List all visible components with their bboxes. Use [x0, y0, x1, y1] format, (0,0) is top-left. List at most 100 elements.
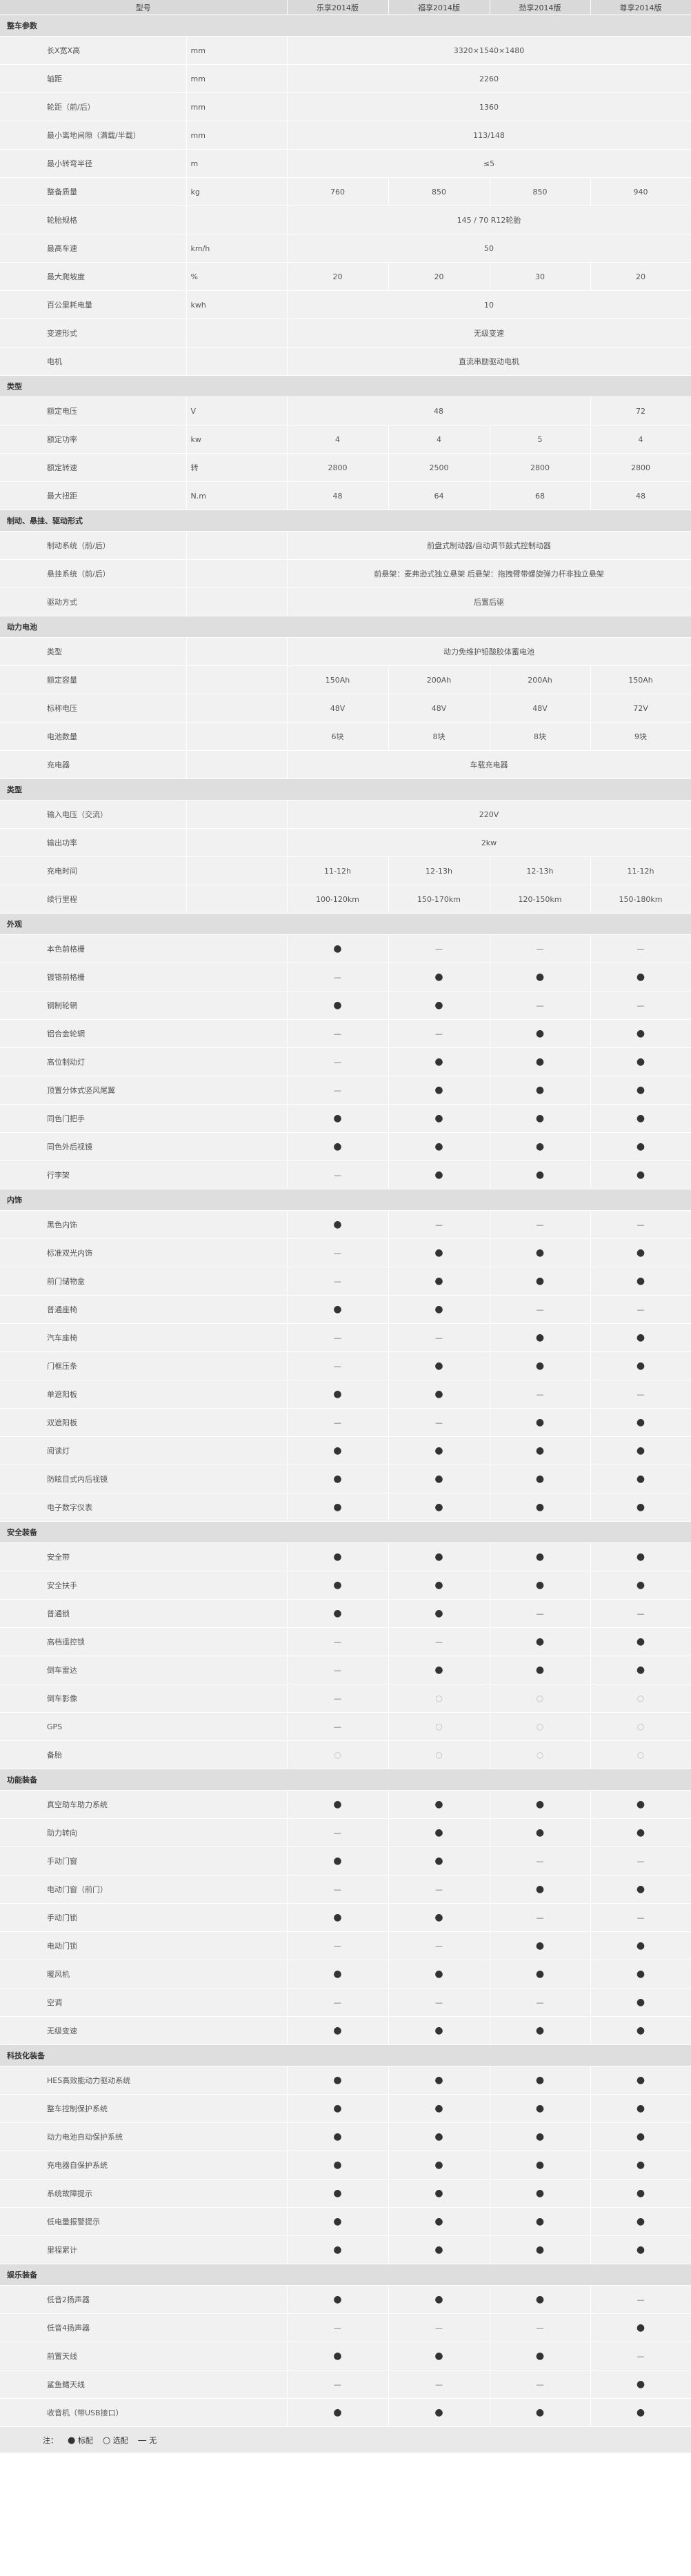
spec-name: 电子数字仪表 — [0, 1493, 288, 1522]
standard-mark-icon: ● — [535, 2216, 545, 2227]
table-row: 额定容量 150Ah 200Ah 200Ah 150Ah — [0, 665, 691, 694]
feature-mark: — — [490, 1599, 591, 1628]
feature-mark: — — [388, 1019, 490, 1048]
table-row: 电动门窗（前门） — — ● ● — [0, 1875, 691, 1904]
table-row: 铝合金轮辋 — — ● ● — [0, 1019, 691, 1048]
none-mark-icon: — — [334, 1418, 341, 1427]
spec-name: 鲨鱼鳍天线 — [0, 2370, 288, 2399]
feature-mark: ● — [490, 2398, 591, 2427]
table-row: 前门储物盒 — ● ● ● — [0, 1267, 691, 1296]
standard-mark-icon: ● — [535, 1445, 545, 1456]
standard-mark-icon: ● — [535, 1473, 545, 1485]
standard-mark-icon: ● — [333, 1000, 342, 1011]
standard-mark-icon: ● — [434, 1360, 443, 1371]
feature-mark: ● — [490, 1267, 591, 1296]
none-mark-icon: — — [435, 1637, 443, 1647]
feature-mark: ● — [388, 2016, 490, 2045]
none-mark-icon: — — [334, 1665, 341, 1675]
none-mark-icon: — — [334, 1941, 341, 1951]
table-row: 防眩目式内后视镜 ● ● ● ● — [0, 1465, 691, 1493]
standard-mark-icon: ● — [333, 2351, 342, 2362]
table-row: 最高车速 km/h 50 — [0, 234, 691, 263]
spec-unit — [186, 856, 288, 885]
table-row: 电池数量 6块 8块 8块 9块 — [0, 722, 691, 751]
standard-mark-icon: ● — [434, 2025, 443, 2036]
feature-mark: ● — [287, 991, 389, 1020]
feature-mark: ● — [590, 1493, 691, 1522]
standard-mark-icon: ● — [636, 1085, 645, 1096]
standard-mark-icon: ● — [434, 1502, 443, 1513]
section-title: 整车参数 — [0, 14, 691, 37]
none-mark-icon: — — [637, 1609, 645, 1618]
standard-mark-icon: ● — [535, 2188, 545, 2199]
standard-mark-icon: ● — [636, 1473, 645, 1485]
spec-name: 同色外后视镜 — [0, 1132, 288, 1161]
feature-mark: ● — [590, 2016, 691, 2045]
feature-mark: ● — [590, 2066, 691, 2095]
spec-name: 手动门锁 — [0, 1903, 288, 1932]
feature-mark: ● — [590, 2207, 691, 2236]
section-row: 制动、悬挂、驱动形式 — [0, 510, 691, 532]
spec-value: 64 — [388, 481, 490, 510]
feature-mark: — — [287, 1408, 389, 1437]
spec-name: 动力电池自动保护系统 — [0, 2122, 288, 2151]
spec-value: 72 — [590, 396, 691, 425]
feature-mark: ● — [490, 1790, 591, 1819]
optional-mark-icon: ○ — [637, 1693, 645, 1703]
table-row: 标称电压 48V 48V 48V 72V — [0, 694, 691, 723]
standard-mark-icon: ● — [333, 2103, 342, 2114]
feature-mark: — — [490, 1295, 591, 1324]
feature-mark: ● — [590, 2235, 691, 2264]
spec-unit — [186, 665, 288, 694]
spec-name: 行李架 — [0, 1160, 288, 1189]
standard-mark-icon: ● — [636, 2216, 645, 2227]
table-row: 汽车座椅 — — ● ● — [0, 1323, 691, 1352]
spec-value: 8块 — [388, 722, 490, 751]
standard-mark-icon: ● — [636, 2322, 645, 2333]
none-mark-icon: — — [637, 1220, 645, 1229]
spec-value: 150-180km — [590, 885, 691, 914]
feature-mark: — — [490, 934, 591, 963]
standard-mark-icon: ● — [434, 1141, 443, 1152]
standard-mark-icon: ● — [434, 1169, 443, 1180]
feature-mark: ● — [590, 2094, 691, 2123]
none-mark-icon: — — [536, 2379, 544, 2389]
standard-mark-icon: ● — [434, 2216, 443, 2227]
standard-mark-icon: ● — [535, 1827, 545, 1838]
table-row: 双遮阳板 — — ● ● — [0, 1408, 691, 1437]
feature-mark: — — [287, 1323, 389, 1352]
standard-mark-icon: ● — [636, 1360, 645, 1371]
feature-mark: ● — [388, 1076, 490, 1105]
spec-name: 最小转弯半径 — [0, 149, 187, 178]
standard-mark-icon: ● — [434, 2294, 443, 2305]
feature-mark: ● — [287, 2016, 389, 2045]
none-mark-icon: — — [334, 1361, 341, 1371]
standard-mark-icon: ● — [434, 2188, 443, 2199]
feature-mark: ● — [590, 1931, 691, 1960]
feature-mark: ● — [490, 2179, 591, 2208]
standard-mark-icon: ● — [434, 1551, 443, 1562]
table-row: 顶置分体式竖风尾翼 — ● ● ● — [0, 1076, 691, 1105]
feature-mark: ● — [590, 1627, 691, 1656]
feature-mark: ● — [590, 963, 691, 992]
none-mark-icon: — — [536, 1913, 544, 1922]
standard-mark-icon: ● — [333, 2407, 342, 2418]
spec-value: 150Ah — [287, 665, 389, 694]
legend-optional-label: 选配 — [112, 2435, 128, 2445]
spec-value: 120-150km — [490, 885, 591, 914]
spec-name: 长X宽X高 — [0, 36, 187, 65]
spec-name: 防眩目式内后视镜 — [0, 1465, 288, 1493]
feature-mark: ● — [388, 2342, 490, 2371]
optional-mark-icon: ○ — [334, 1750, 341, 1760]
standard-mark-icon: ● — [333, 1113, 342, 1124]
standard-mark-icon: ● — [636, 1997, 645, 2008]
table-row: 低电量报警提示 ● ● ● ● — [0, 2207, 691, 2236]
table-row: 安全扶手 ● ● ● ● — [0, 1571, 691, 1600]
feature-mark: ● — [590, 1160, 691, 1189]
feature-mark: ● — [490, 1323, 591, 1352]
standard-mark-icon: ● — [535, 1580, 545, 1591]
standard-mark-icon: ● — [333, 1969, 342, 1980]
spec-value: 6块 — [287, 722, 389, 751]
feature-mark: ● — [388, 2151, 490, 2180]
feature-mark: — — [388, 1408, 490, 1437]
